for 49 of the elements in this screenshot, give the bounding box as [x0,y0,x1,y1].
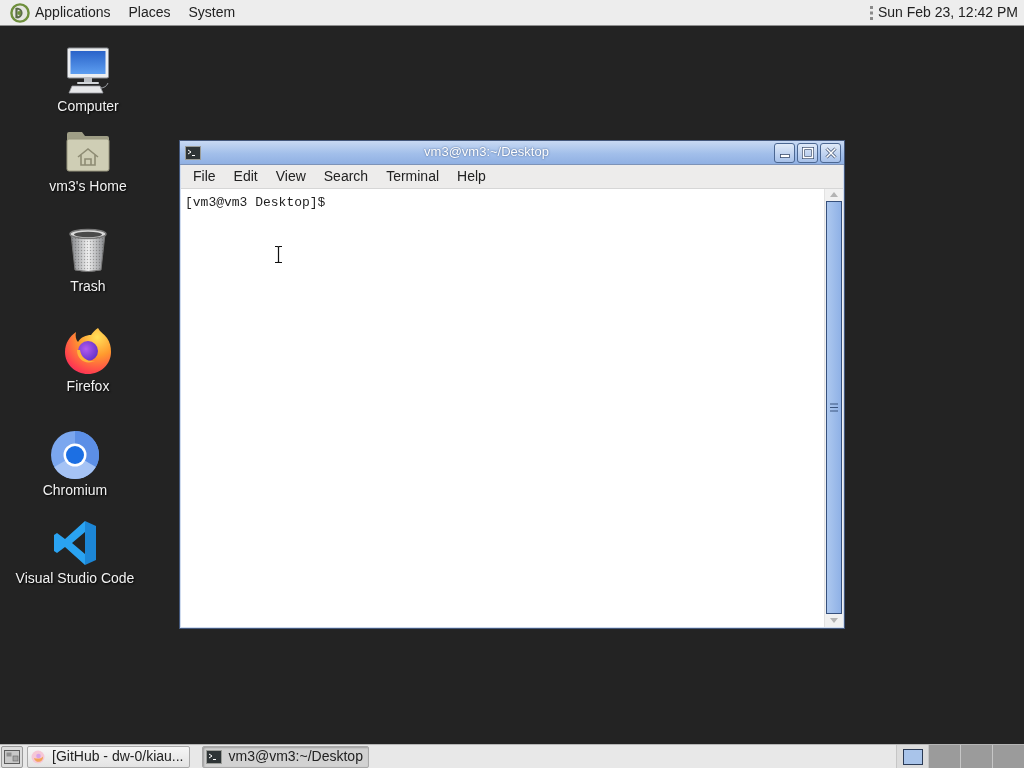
taskbar-button[interactable]: vm3@vm3:~/Desktop [201,745,369,768]
trash-icon [68,228,108,274]
panel-menu[interactable]: System [179,0,245,25]
menu-item[interactable]: File [184,168,225,185]
home-folder-icon [66,130,110,172]
terminal-icon [205,749,222,764]
desktop-shortcut[interactable]: Chromium [12,431,138,498]
workspace-tile[interactable] [960,745,992,768]
menu-item[interactable]: View [266,168,315,185]
mini-window-icon [902,748,923,765]
menu-item[interactable]: Terminal [377,168,449,185]
close-button[interactable] [820,142,841,163]
minimize-button[interactable] [774,142,795,163]
workspace-tile[interactable] [896,745,928,768]
taskbar-button[interactable]: [GitHub - dw-0/kiau... [27,745,190,768]
desktop-shortcut[interactable]: vm3's Home [19,127,157,194]
grip-icon [830,403,838,412]
desktop-shortcut[interactable]: Visual Studio Code [12,519,138,586]
desktop-shortcut[interactable]: Firefox [19,327,157,394]
computer-icon [64,47,112,95]
scrollbar[interactable] [824,189,843,627]
round-app-icon [31,749,45,764]
circle-ring-icon [51,431,99,479]
terminal-prompt: [vm3@vm3 Desktop]$ [185,195,326,210]
desktop-shortcut[interactable]: Trash [19,227,157,294]
scroll-up-icon [830,192,838,197]
desktop-shortcut[interactable]: Computer [19,47,157,114]
maximize-button[interactable] [797,142,818,163]
fox-globe-icon [64,327,112,375]
text-cursor-icon [274,245,283,264]
scrollbar-thumb[interactable] [826,201,842,614]
desktop-icon [4,749,20,764]
panel-handle-icon [868,5,874,20]
menu-item[interactable]: Help [448,168,495,185]
workspace-tile[interactable] [992,745,1024,768]
window-title: vm3@vm3:~/Desktop [423,145,550,160]
panel-menu[interactable]: Places [119,0,180,25]
terminal-icon [185,145,201,160]
scroll-down-icon [830,618,838,623]
code-ribbon-icon [53,520,97,566]
menu-item[interactable]: Edit [224,168,267,185]
applications-menu[interactable]: Applications [9,0,120,25]
close-icon [824,146,837,159]
menu-item[interactable]: Search [314,168,378,185]
maximize-icon [801,146,814,159]
minimize-icon [779,153,790,158]
workspace-tile[interactable] [928,745,960,768]
clock[interactable]: Sun Feb 23, 12:42 PM [877,4,1018,21]
show-desktop-button[interactable] [1,745,23,768]
